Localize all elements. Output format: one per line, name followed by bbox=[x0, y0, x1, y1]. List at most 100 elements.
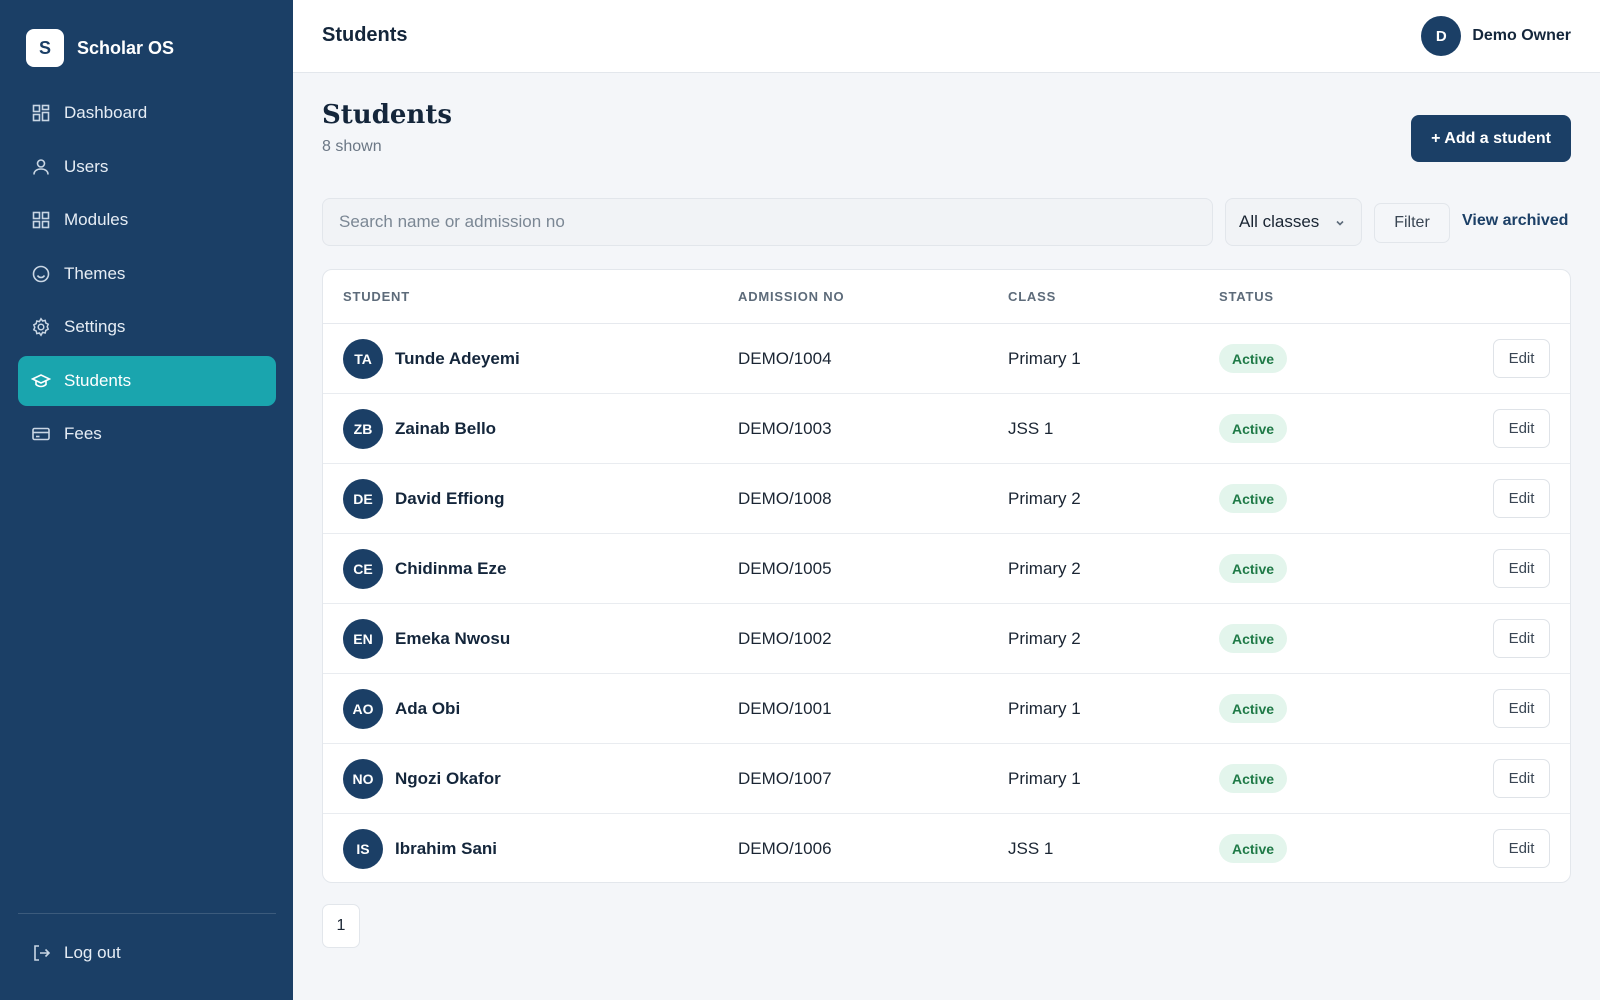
student-class: Primary 1 bbox=[1008, 349, 1081, 368]
status-badge: Active bbox=[1219, 834, 1288, 863]
sidebar: S Scholar OS Dashboard Users Modules The… bbox=[0, 0, 293, 1000]
status-badge: Active bbox=[1219, 554, 1288, 583]
admission-number: DEMO/1004 bbox=[738, 349, 832, 368]
status-badge: Active bbox=[1219, 624, 1288, 653]
sidebar-item-label: Students bbox=[64, 370, 132, 390]
page-title: Students bbox=[322, 100, 452, 130]
sidebar-divider bbox=[18, 913, 276, 914]
student-name: Ngozi Okafor bbox=[395, 769, 501, 788]
logout-label: Log out bbox=[64, 943, 121, 962]
search-input[interactable] bbox=[322, 198, 1213, 246]
table-row[interactable]: CE Chidinma Eze DEMO/1005 Primary 2 Acti… bbox=[323, 534, 1570, 604]
chevron-down-icon bbox=[1333, 215, 1347, 229]
student-class: Primary 2 bbox=[1008, 559, 1081, 578]
admission-number: DEMO/1005 bbox=[738, 559, 832, 578]
column-header-admission[interactable]: ADMISSION NO bbox=[738, 289, 844, 304]
avatar: DE bbox=[343, 479, 383, 519]
table-row[interactable]: AO Ada Obi DEMO/1001 Primary 1 Active Ed… bbox=[323, 674, 1570, 744]
user-icon bbox=[31, 157, 51, 177]
status-badge: Active bbox=[1219, 484, 1288, 513]
avatar: NO bbox=[343, 759, 383, 799]
admission-number: DEMO/1002 bbox=[738, 629, 832, 648]
table-row[interactable]: DE David Effiong DEMO/1008 Primary 2 Act… bbox=[323, 464, 1570, 534]
edit-button[interactable]: Edit bbox=[1493, 339, 1550, 378]
sidebar-item-label: Settings bbox=[64, 317, 126, 336]
pagination-page-1[interactable]: 1 bbox=[322, 904, 360, 948]
student-name: Chidinma Eze bbox=[395, 559, 507, 578]
student-class: Primary 1 bbox=[1008, 769, 1081, 788]
avatar: IS bbox=[343, 829, 383, 869]
students-table: STUDENT ADMISSION NO CLASS STATUS TA Tun… bbox=[322, 269, 1571, 883]
sidebar-item-students[interactable]: Students bbox=[18, 355, 276, 406]
status-badge: Active bbox=[1219, 344, 1288, 373]
student-class: JSS 1 bbox=[1008, 839, 1054, 858]
edit-button[interactable]: Edit bbox=[1493, 479, 1550, 518]
brand-logo: S bbox=[26, 29, 64, 67]
credit-card-icon bbox=[31, 424, 51, 444]
grid-icon bbox=[31, 103, 51, 123]
table-row[interactable]: IS Ibrahim Sani DEMO/1006 JSS 1 Active E… bbox=[323, 814, 1570, 882]
avatar: AO bbox=[343, 689, 383, 729]
class-select[interactable]: All classes bbox=[1225, 198, 1362, 246]
column-header-student[interactable]: STUDENT bbox=[343, 289, 410, 304]
column-header-status[interactable]: STATUS bbox=[1219, 289, 1274, 304]
table-row[interactable]: NO Ngozi Okafor DEMO/1007 Primary 1 Acti… bbox=[323, 744, 1570, 814]
sidebar-item-users[interactable]: Users bbox=[18, 142, 276, 192]
student-name: Ibrahim Sani bbox=[395, 839, 498, 858]
edit-button[interactable]: Edit bbox=[1493, 409, 1550, 448]
student-class: Primary 1 bbox=[1008, 699, 1081, 718]
sidebar-item-label: Users bbox=[64, 156, 109, 176]
admission-number: DEMO/1003 bbox=[738, 419, 832, 438]
sidebar-item-label: Modules bbox=[64, 210, 129, 229]
sidebar-item-modules[interactable]: Modules bbox=[18, 195, 276, 245]
filter-button[interactable]: Filter bbox=[1374, 203, 1450, 243]
brand[interactable]: S Scholar OS bbox=[26, 29, 174, 67]
brand-name: Scholar OS bbox=[77, 37, 175, 58]
sidebar-item-label: Themes bbox=[64, 263, 126, 283]
table-row[interactable]: ZB Zainab Bello DEMO/1003 JSS 1 Active E… bbox=[323, 394, 1570, 464]
table-header: STUDENT ADMISSION NO CLASS STATUS bbox=[323, 270, 1570, 324]
edit-button[interactable]: Edit bbox=[1493, 549, 1550, 588]
edit-button[interactable]: Edit bbox=[1493, 829, 1550, 868]
graduation-cap-icon bbox=[31, 371, 51, 391]
column-header-class[interactable]: CLASS bbox=[1008, 289, 1056, 304]
user-menu[interactable]: D Demo Owner bbox=[1421, 16, 1571, 56]
student-name: David Effiong bbox=[395, 489, 505, 508]
logout-icon bbox=[31, 943, 51, 963]
student-class: Primary 2 bbox=[1008, 629, 1081, 648]
student-name: Tunde Adeyemi bbox=[395, 349, 520, 368]
user-name: Demo Owner bbox=[1472, 27, 1571, 44]
student-name: Ada Obi bbox=[395, 699, 461, 718]
status-badge: Active bbox=[1219, 764, 1288, 793]
palette-icon bbox=[31, 264, 51, 284]
edit-button[interactable]: Edit bbox=[1493, 759, 1550, 798]
admission-number: DEMO/1007 bbox=[738, 769, 832, 788]
view-archived-link[interactable]: View archived bbox=[1462, 212, 1568, 230]
grid-icon bbox=[31, 210, 51, 230]
avatar: TA bbox=[343, 339, 383, 379]
logout-button[interactable]: Log out bbox=[18, 928, 276, 978]
sidebar-item-settings[interactable]: Settings bbox=[18, 302, 276, 352]
avatar: ZB bbox=[343, 409, 383, 449]
header-title: Students bbox=[322, 24, 408, 46]
edit-button[interactable]: Edit bbox=[1493, 689, 1550, 728]
admission-number: DEMO/1001 bbox=[738, 699, 832, 718]
student-name: Zainab Bello bbox=[395, 419, 497, 438]
sidebar-item-label: Dashboard bbox=[64, 103, 148, 122]
sidebar-item-dashboard[interactable]: Dashboard bbox=[18, 88, 276, 138]
avatar: EN bbox=[343, 619, 383, 659]
table-row[interactable]: TA Tunde Adeyemi DEMO/1004 Primary 1 Act… bbox=[323, 324, 1570, 394]
add-student-button[interactable]: + Add a student bbox=[1411, 115, 1571, 162]
gear-icon bbox=[31, 317, 51, 337]
top-bar: Students D Demo Owner bbox=[293, 0, 1600, 73]
sidebar-item-label: Fees bbox=[64, 424, 102, 443]
admission-number: DEMO/1006 bbox=[738, 839, 832, 858]
edit-button[interactable]: Edit bbox=[1493, 619, 1550, 658]
sidebar-item-themes[interactable]: Themes bbox=[18, 249, 276, 299]
table-row[interactable]: EN Emeka Nwosu DEMO/1002 Primary 2 Activ… bbox=[323, 604, 1570, 674]
sidebar-item-fees[interactable]: Fees bbox=[18, 409, 276, 459]
student-name: Emeka Nwosu bbox=[395, 629, 511, 648]
student-class: Primary 2 bbox=[1008, 489, 1081, 508]
student-class: JSS 1 bbox=[1008, 419, 1054, 438]
sidebar-nav: Dashboard Users Modules Themes Settings bbox=[18, 88, 276, 463]
